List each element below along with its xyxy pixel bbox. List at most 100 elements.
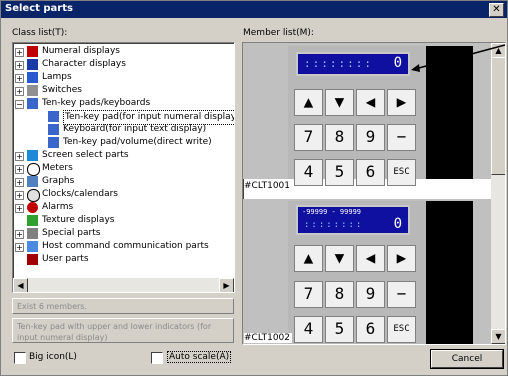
auto-scale-checkbox[interactable]	[151, 352, 163, 364]
key-9: 9	[356, 281, 385, 308]
class-list-label: Class list(T):	[12, 28, 68, 38]
auto-scale-label[interactable]: Auto scale(A)	[167, 351, 232, 363]
expand-icon[interactable]: +	[15, 178, 24, 187]
tenkey-child-icon	[48, 111, 59, 122]
tree-item[interactable]: Ten-key pad(for input numeral display)	[13, 110, 234, 125]
display-value-1: 0	[393, 55, 402, 71]
key-6: 6	[356, 159, 385, 186]
key-down-icon: ▼	[325, 89, 354, 116]
expand-icon[interactable]: +	[15, 48, 24, 57]
tree-item-label: Numeral displays	[42, 46, 120, 56]
title-bar[interactable]: Select parts ✕	[1, 1, 507, 18]
key-up-icon: ▲	[294, 245, 323, 272]
tree-item-label: Graphs	[42, 176, 75, 186]
member-list[interactable]: :::::::: 0 ▲ ▼ ◀ ▶ 7 8 9 − 4 5 6 ESC #CL…	[242, 42, 506, 345]
cancel-button[interactable]: Cancel	[431, 350, 503, 368]
tree-item[interactable]: + Special parts	[13, 227, 234, 240]
tree-item[interactable]: Ten-key pad/volume(direct write)	[13, 136, 234, 149]
tree-item[interactable]: Keyboard(for input text display)	[13, 123, 234, 136]
tree-item[interactable]: + Graphs	[13, 175, 234, 188]
tree-item-label: Switches	[42, 85, 82, 95]
tree-item[interactable]: + Clocks/calendars	[13, 188, 234, 202]
tree-item[interactable]: + Switches	[13, 84, 234, 97]
tree-item-label: Ten-key pads/keyboards	[42, 98, 151, 108]
description-box: Ten-key pad with upper and lower indicat…	[12, 318, 234, 343]
tree-item-label: Texture displays	[42, 215, 115, 225]
special-icon	[27, 228, 38, 239]
tree-item[interactable]: + Alarms	[13, 201, 234, 214]
key-4: 4	[294, 316, 323, 343]
key-up-icon: ▲	[294, 89, 323, 116]
tree-item[interactable]: User parts	[13, 253, 234, 266]
member-count-box: Exist 6 members.	[12, 298, 234, 314]
tree-item[interactable]: + Screen select parts	[13, 149, 234, 162]
preview-black-strip-2	[426, 201, 473, 344]
tree-item-label: Ten-key pad/volume(direct write)	[63, 137, 212, 147]
member-list-label: Member list(M):	[243, 28, 314, 38]
tree-item-label: Alarms	[42, 202, 74, 212]
tree-item-label: Clocks/calendars	[42, 189, 118, 199]
tree-item[interactable]: + Host command communication parts	[13, 240, 234, 253]
character-icon	[27, 59, 38, 70]
tree-item-label: Special parts	[42, 228, 101, 238]
vertical-scrollbar[interactable]: ▲ ▼	[491, 43, 505, 344]
scroll-left-icon[interactable]: ◀	[13, 278, 28, 292]
key-5: 5	[325, 316, 354, 343]
tenkey-icon	[27, 98, 38, 109]
select-parts-dialog: Select parts ✕ Class list(T): Member lis…	[0, 0, 508, 376]
expand-icon[interactable]: +	[15, 230, 24, 239]
tree-item-label: Screen select parts	[42, 150, 129, 160]
tree-item[interactable]: + Meters	[13, 162, 234, 176]
tree-item[interactable]: + Lamps	[13, 71, 234, 84]
host-icon	[27, 241, 38, 252]
tree-item-label: Character displays	[42, 59, 126, 69]
big-icon-label[interactable]: Big icon(L)	[29, 352, 77, 362]
tree-item[interactable]: + Numeral displays	[13, 45, 234, 58]
expand-icon[interactable]: +	[15, 243, 24, 252]
tree-item-label: Host command communication parts	[42, 241, 209, 251]
expand-icon[interactable]: +	[15, 191, 24, 200]
member-id-1: #CLT1001	[244, 181, 291, 191]
expand-icon[interactable]: +	[15, 87, 24, 96]
class-list-tree[interactable]: + Numeral displays + Character displays + Lam…	[12, 42, 235, 293]
key-left-icon: ◀	[356, 245, 385, 272]
scroll-right-icon[interactable]: ▶	[219, 278, 234, 292]
expand-icon[interactable]: +	[15, 204, 24, 213]
tenkey-child-icon	[48, 137, 59, 148]
tree-item-label: User parts	[42, 254, 89, 264]
description-text: Ten-key pad with upper and lower indicat…	[17, 322, 212, 342]
tree-item[interactable]: − Ten-key pads/keyboards	[13, 97, 234, 110]
graph-icon	[27, 176, 38, 187]
key-4: 4	[294, 159, 323, 186]
collapse-icon[interactable]: −	[15, 100, 24, 109]
window-title: Select parts	[5, 3, 73, 14]
key-esc: ESC	[387, 316, 416, 343]
tree-item-label: Meters	[42, 163, 73, 173]
alarm-icon	[27, 202, 38, 213]
key-right-icon: ▶	[387, 89, 416, 116]
tree-item[interactable]: Texture displays	[13, 214, 234, 227]
key-left-icon: ◀	[356, 89, 385, 116]
key-down-icon: ▼	[325, 245, 354, 272]
screen-icon	[27, 150, 38, 161]
tree-item-label: Keyboard(for input text display)	[63, 124, 207, 134]
close-button[interactable]: ✕	[489, 3, 504, 17]
horizontal-scrollbar[interactable]: ◀ ▶	[13, 278, 234, 292]
keypad-display-2: -99999 - 99999 :::::::: 0	[296, 205, 410, 235]
tree-item[interactable]: + Character displays	[13, 58, 234, 71]
member-count-text: Exist 6 members.	[17, 302, 87, 311]
key-8: 8	[325, 124, 354, 151]
big-icon-checkbox[interactable]	[14, 352, 26, 364]
scroll-down-icon[interactable]: ▼	[491, 329, 505, 344]
texture-icon	[27, 215, 38, 226]
key-6: 6	[356, 316, 385, 343]
callout-arrow-icon	[411, 44, 506, 72]
key-8: 8	[325, 281, 354, 308]
expand-icon[interactable]: +	[15, 74, 24, 83]
tenkey-child-icon	[48, 124, 59, 135]
member-preview-2[interactable]: -99999 - 99999 :::::::: 0 ▲ ▼ ◀ ▶ 7 8 9 …	[243, 199, 491, 344]
expand-icon[interactable]: +	[15, 165, 24, 174]
expand-icon[interactable]: +	[15, 61, 24, 70]
member-id-2: #CLT1002	[244, 333, 293, 343]
expand-icon[interactable]: +	[15, 152, 24, 161]
